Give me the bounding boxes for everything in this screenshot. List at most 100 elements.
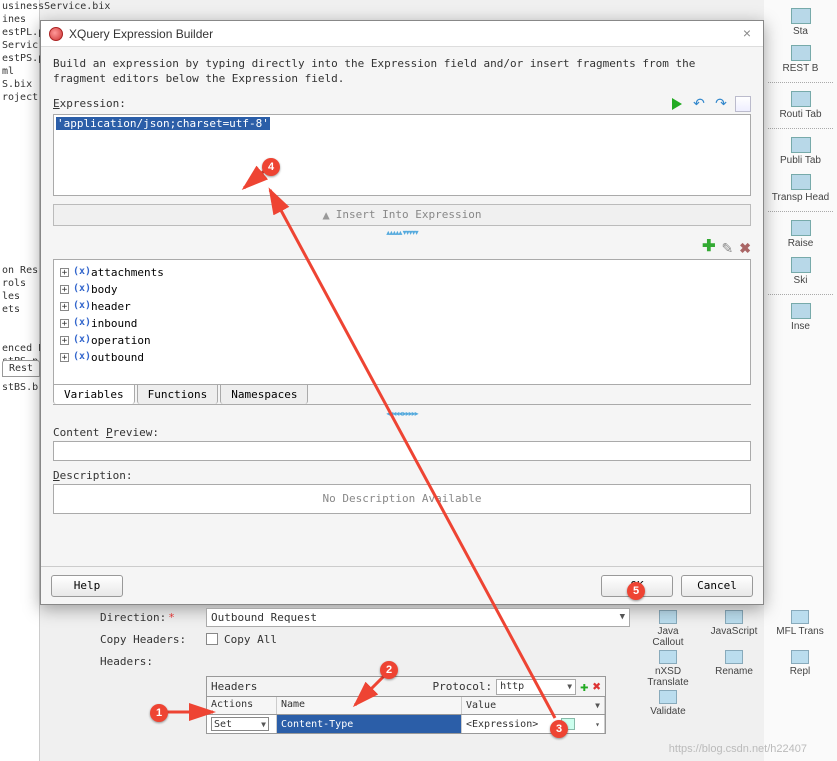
delete-icon[interactable]: ✖ [739,240,751,257]
component-icon [791,91,811,107]
component-icon [725,650,743,664]
tree-item[interactable]: +(x)outbound [60,349,744,366]
expression-input[interactable]: 'application/json;charset=utf-8' [53,114,751,196]
content-preview-label: Content Preview: [53,426,751,439]
content-preview[interactable] [53,441,751,461]
palette-item[interactable]: Repl [773,650,827,688]
variable-icon: (x) [73,283,87,295]
left-tab-rest[interactable]: Rest [2,360,40,377]
palette-item[interactable]: nXSD Translate [641,650,695,688]
undo-icon[interactable]: ↶ [691,96,707,112]
dialog-footer: Help OK Cancel [41,566,763,604]
headers-block: Headers Protocol: http▼ ✚ ✖ Actions Name… [206,676,606,734]
palette-item[interactable]: Routi Tab [766,91,835,120]
component-icon [791,650,809,664]
component-icon [791,303,811,319]
copy-headers-label: Copy Headers: [100,633,200,646]
watermark: https://blog.csdn.net/h22407 [669,743,807,755]
expand-icon[interactable]: + [60,302,69,311]
protocol-select[interactable]: http▼ [496,679,576,695]
expand-icon[interactable]: + [60,319,69,328]
tree-item[interactable]: +(x)header [60,298,744,315]
tree-item[interactable]: +(x)operation [60,332,744,349]
dialog-title: XQuery Expression Builder [69,27,739,41]
annotation-badge-5: 5 [627,582,645,600]
variables-tree[interactable]: +(x)attachments +(x)body +(x)header +(x)… [53,259,751,385]
palette-item[interactable]: Publi Tab [766,137,835,166]
cancel-button[interactable]: Cancel [681,575,753,597]
palette-item[interactable]: Rename [707,650,761,688]
component-icon [791,137,811,153]
expression-selected-text: 'application/json;charset=utf-8' [56,117,270,130]
variable-icon: (x) [73,351,87,363]
action-select[interactable]: Set▼ [211,717,269,731]
component-icon [659,690,677,704]
run-icon[interactable] [669,96,685,112]
component-icon [659,650,677,664]
tab-functions[interactable]: Functions [137,384,219,404]
insert-into-expression-button[interactable]: ▲ Insert Into Expression [53,204,751,226]
palette-item[interactable]: Java Callout [641,610,695,648]
palette-item[interactable]: MFL Trans [773,610,827,648]
expand-icon[interactable]: + [60,353,69,362]
add-header-icon[interactable]: ✚ [580,679,588,695]
component-icon [791,45,811,61]
palette-item[interactable]: Transp Head [766,174,835,203]
component-icon [659,610,677,624]
expand-icon[interactable]: + [60,268,69,277]
chevron-down-icon: ▼ [261,720,266,729]
tab-namespaces[interactable]: Namespaces [220,384,308,404]
tree-item[interactable]: +(x)attachments [60,264,744,281]
variable-icon: (x) [73,317,87,329]
redo-icon[interactable]: ↷ [713,96,729,112]
palette-item[interactable]: Inse [766,303,835,332]
palette-item[interactable]: Sta [766,8,835,37]
arrow-up-icon: ▲ [323,208,330,222]
annotation-badge-3: 3 [550,720,568,738]
col-name: Name [277,697,462,714]
col-actions: Actions [207,697,277,714]
component-icon [791,610,809,624]
instruction-text: Build an expression by typing directly i… [53,57,751,87]
description-box: No Description Available [53,484,751,514]
header-value-cell[interactable]: <Expression>▾ [462,715,605,733]
edit-icon[interactable]: ✎ [722,240,734,257]
add-icon[interactable]: ✚ [702,240,715,257]
help-button[interactable]: Help [51,575,123,597]
protocol-label: Protocol: [433,680,493,693]
headers-grid-row[interactable]: Set▼ Content-Type <Expression>▾ [207,715,605,733]
component-icon [791,8,811,24]
palette-item[interactable]: Ski [766,257,835,286]
delete-header-icon[interactable]: ✖ [593,679,601,695]
palette-item[interactable]: REST B [766,45,835,74]
copy-all-checkbox[interactable] [206,633,218,645]
splitter-handle[interactable]: ◂◂◂◂◂ ▸▸▸▸▸ [53,409,751,418]
headers-label: Headers: [100,655,200,668]
header-name-cell[interactable]: Content-Type [277,715,462,733]
component-icon [725,610,743,624]
expand-icon[interactable]: + [60,336,69,345]
new-page-icon[interactable] [735,96,751,112]
palette-item[interactable]: Raise [766,220,835,249]
variables-toolbar: ✚ ✎ ✖ [53,240,751,257]
chevron-down-icon: ▼ [567,682,572,691]
splitter-handle[interactable]: ▴▴▴▴▴ ▾▾▾▾▾ [53,228,751,234]
tab-variables[interactable]: Variables [53,384,135,404]
tree-item[interactable]: +(x)inbound [60,315,744,332]
component-palette-bottom: Java Callout JavaScript MFL Trans nXSD T… [637,606,837,721]
direction-select[interactable]: Outbound Request▼ [206,608,630,627]
close-button[interactable]: × [739,26,755,42]
transport-panel: Direction:* Outbound Request▼ Copy Heade… [100,606,630,734]
tree-item[interactable]: +(x)body [60,281,744,298]
expand-icon[interactable]: + [60,285,69,294]
annotation-badge-2: 2 [380,661,398,679]
variable-icon: (x) [73,300,87,312]
component-icon [791,257,811,273]
chevron-down-icon: ▼ [595,701,600,710]
palette-item[interactable]: Validate [641,690,695,717]
copy-all-label: Copy All [224,633,277,646]
chevron-down-icon: ▼ [620,612,625,622]
component-icon [791,174,811,190]
palette-item[interactable]: JavaScript [707,610,761,648]
project-tree-partial: usinessService.bixinesestPL.p ServicestP… [0,0,40,761]
